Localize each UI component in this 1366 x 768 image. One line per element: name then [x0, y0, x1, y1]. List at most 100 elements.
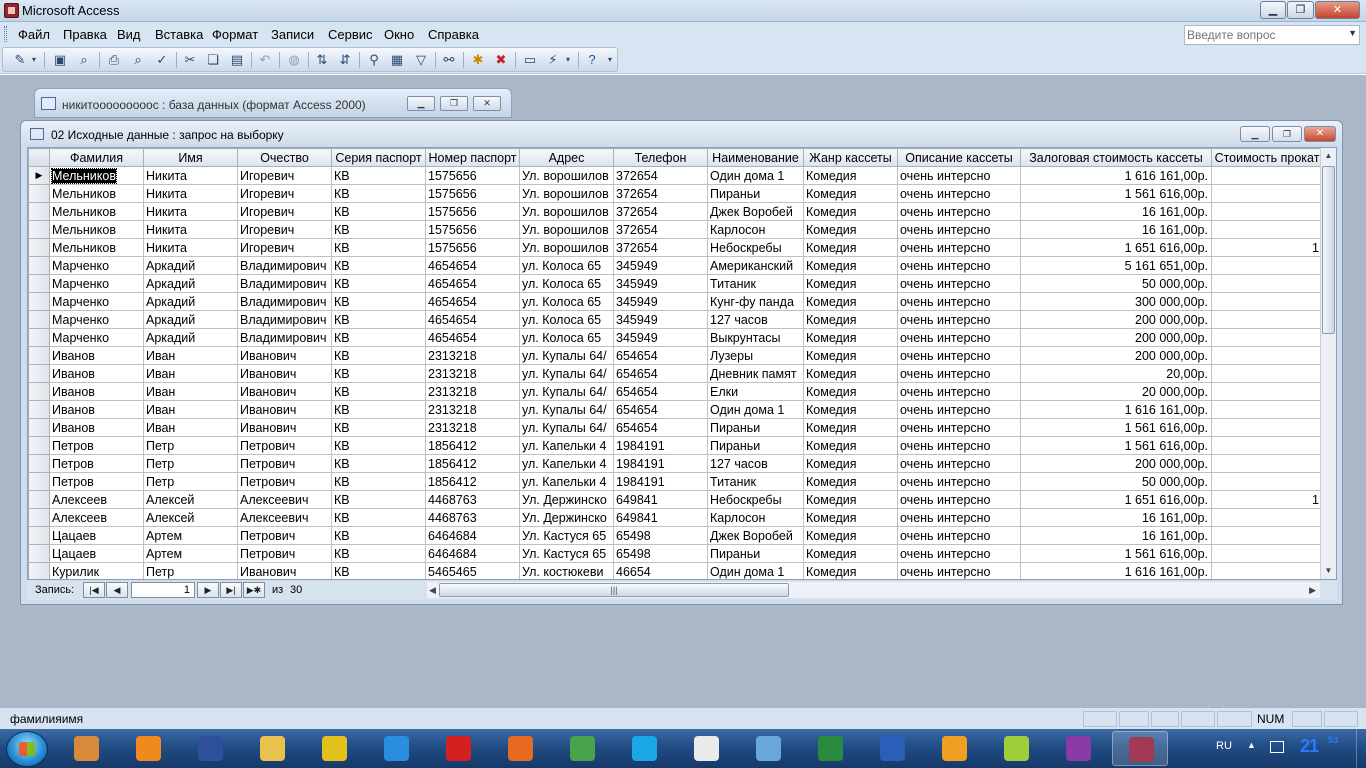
table-cell[interactable]: КВ — [331, 508, 426, 527]
table-cell[interactable]: Комедия — [803, 364, 898, 383]
record-selector[interactable] — [28, 526, 50, 545]
table-cell[interactable]: очень интерсно — [897, 364, 1021, 383]
table-cell[interactable]: 1 561 616,00р. — [1020, 184, 1212, 203]
record-selector[interactable] — [28, 544, 50, 563]
table-cell[interactable]: Петр — [143, 436, 238, 455]
table-cell[interactable]: 5 161 651,00р. — [1020, 256, 1212, 275]
taskbar-button[interactable] — [120, 731, 176, 766]
taskbar-button[interactable] — [616, 731, 672, 766]
table-cell[interactable] — [1211, 544, 1323, 563]
paste-icon[interactable]: ▤ — [228, 51, 246, 69]
table-cell[interactable]: 1 616 161,00р. — [1020, 562, 1212, 579]
table-cell[interactable]: Карлосон — [707, 508, 804, 527]
table-cell[interactable]: очень интерсно — [897, 418, 1021, 437]
sort-ascending-icon[interactable]: ⇅ — [313, 51, 331, 69]
table-cell[interactable]: Комедия — [803, 526, 898, 545]
table-cell[interactable]: 50 000,00р. — [1020, 472, 1212, 491]
scroll-right-icon[interactable]: ▶ — [1309, 582, 1316, 598]
table-cell[interactable]: Комедия — [803, 508, 898, 527]
table-cell[interactable]: Иван — [143, 382, 238, 401]
table-row[interactable]: Иванов Иван Иванович КВ 2313218 ул. Купалы 64… — [28, 382, 1323, 401]
table-cell[interactable] — [1211, 328, 1323, 347]
table-cell[interactable]: ул. Колоса 65 — [519, 256, 614, 275]
table-cell[interactable]: 127 часов — [707, 454, 804, 473]
menu-format[interactable]: Формат — [212, 27, 258, 42]
table-cell[interactable]: Комедия — [803, 418, 898, 437]
table-cell[interactable]: Комедия — [803, 274, 898, 293]
table-cell[interactable]: Курилик — [49, 562, 144, 579]
table-cell[interactable] — [1211, 346, 1323, 365]
table-cell[interactable]: Выкрунтасы — [707, 328, 804, 347]
table-cell[interactable]: Владимирович — [237, 256, 332, 275]
table-cell[interactable]: 20,00р. — [1020, 364, 1212, 383]
table-cell[interactable]: 654654 — [613, 400, 708, 419]
table-cell[interactable]: 46654 — [613, 562, 708, 579]
table-cell[interactable]: ул. Купалы 64/ — [519, 418, 614, 437]
table-cell[interactable] — [1211, 418, 1323, 437]
table-cell[interactable]: Джек Воробей — [707, 526, 804, 545]
table-cell[interactable]: Комедия — [803, 238, 898, 257]
column-header[interactable]: Залоговая стоимость кассеты — [1020, 148, 1212, 167]
table-row[interactable]: Петров Петр Петрович КВ 1856412 ул. Капельки … — [28, 472, 1323, 491]
column-header[interactable]: Адрес — [519, 148, 614, 167]
table-cell[interactable]: Карлосон — [707, 220, 804, 239]
table-cell[interactable]: Алексеев — [49, 508, 144, 527]
table-cell[interactable]: Мельников — [49, 184, 144, 203]
table-cell[interactable]: 5465465 — [425, 562, 520, 579]
first-record-button[interactable]: |◀ — [83, 582, 105, 598]
record-selector[interactable] — [28, 220, 50, 239]
new-object-icon[interactable]: ⚡ — [544, 51, 562, 69]
table-cell[interactable]: очень интерсно — [897, 544, 1021, 563]
selected-cell-text[interactable]: Мельников — [51, 167, 117, 184]
table-cell[interactable]: Ул. Держинско — [519, 508, 614, 527]
table-cell[interactable]: 1 561 616,00р. — [1020, 436, 1212, 455]
minimize-button[interactable]: ▁ — [1260, 1, 1286, 19]
table-cell[interactable]: 372654 — [613, 184, 708, 203]
view-dropdown-icon[interactable]: ▾ — [29, 51, 39, 69]
table-cell[interactable]: 2313218 — [425, 400, 520, 419]
table-cell[interactable]: очень интерсно — [897, 238, 1021, 257]
table-cell[interactable]: 2313218 — [425, 382, 520, 401]
table-cell[interactable]: Комедия — [803, 184, 898, 203]
table-cell[interactable]: 1 616 161,00р. — [1020, 400, 1212, 419]
table-cell[interactable]: Аркадий — [143, 328, 238, 347]
table-row[interactable]: Иванов Иван Иванович КВ 2313218 ул. Купалы 64… — [28, 418, 1323, 437]
table-cell[interactable] — [1211, 166, 1323, 185]
table-cell[interactable]: Пираньи — [707, 544, 804, 563]
record-selector[interactable] — [28, 202, 50, 221]
table-cell[interactable]: Комедия — [803, 166, 898, 185]
copy-icon[interactable]: ❏ — [204, 51, 222, 69]
help-question-box[interactable]: ▼ — [1184, 25, 1360, 45]
table-cell[interactable]: 1984191 — [613, 472, 708, 491]
table-cell[interactable]: ул. Купалы 64/ — [519, 346, 614, 365]
table-cell[interactable]: 345949 — [613, 274, 708, 293]
table-cell[interactable]: Ул. ворошилов — [519, 202, 614, 221]
table-cell[interactable]: Комедия — [803, 544, 898, 563]
table-cell[interactable]: 345949 — [613, 310, 708, 329]
table-cell[interactable]: Титаник — [707, 274, 804, 293]
menu-file[interactable]: Файл — [18, 27, 50, 42]
table-cell[interactable] — [1211, 508, 1323, 527]
table-cell[interactable]: очень интерсно — [897, 400, 1021, 419]
table-cell[interactable]: Комедия — [803, 346, 898, 365]
table-cell[interactable]: Ул. ворошилов — [519, 220, 614, 239]
table-cell[interactable]: Иванович — [237, 418, 332, 437]
table-cell[interactable]: Алексеев — [49, 490, 144, 509]
table-cell[interactable]: 345949 — [613, 292, 708, 311]
table-cell[interactable]: Иван — [143, 346, 238, 365]
table-cell[interactable]: очень интерсно — [897, 490, 1021, 509]
db-minimize-button[interactable]: ▁ — [407, 96, 435, 111]
table-cell[interactable]: Марченко — [49, 256, 144, 275]
table-row[interactable]: Мельников Никита Игоревич КВ 1575656 Ул. воро… — [28, 202, 1323, 221]
table-cell[interactable]: 1984191 — [613, 454, 708, 473]
table-cell[interactable]: Один дома 1 — [707, 562, 804, 579]
horizontal-scroll-thumb[interactable]: ||| — [439, 583, 789, 597]
table-cell[interactable]: 372654 — [613, 238, 708, 257]
table-cell[interactable] — [1211, 220, 1323, 239]
table-cell[interactable]: 1856412 — [425, 472, 520, 491]
table-row[interactable]: Иванов Иван Иванович КВ 2313218 ул. Купалы 64… — [28, 346, 1323, 365]
table-cell[interactable]: Алексеевич — [237, 490, 332, 509]
query-close-button[interactable]: ✕ — [1304, 126, 1336, 142]
table-cell[interactable]: 654654 — [613, 346, 708, 365]
table-cell[interactable]: 1 — [1211, 238, 1323, 257]
